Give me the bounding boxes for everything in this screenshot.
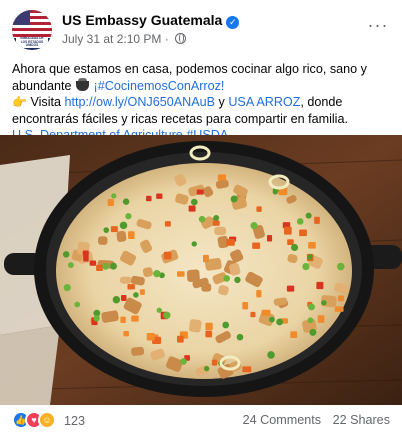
engagement-stats: 24 Comments 22 Shares [243,413,390,427]
hashtag-cocinemos-link[interactable]: ¡#CocinemosConArroz! [94,79,225,93]
post-footer: 👍 ♥ ☺ 123 24 Comments 22 Shares [12,410,390,432]
post-photo[interactable] [0,135,402,405]
us-flag-image [12,10,52,38]
and-text: y [218,95,225,110]
embassy-seal-logo: EMBAJADA DE LOS ESTADOS UNIDOS [16,37,48,48]
visit-label: Visita [30,95,62,110]
globe-icon[interactable] [175,33,187,44]
more-options-icon[interactable]: ··· [366,16,390,38]
recipe-url-link[interactable]: http://ow.ly/ONJ650ANAuB [65,95,216,109]
shares-count[interactable]: 22 Shares [333,413,390,427]
post-meta: July 31 at 2:10 PM · [62,32,187,46]
post-timestamp[interactable]: July 31 at 2:10 PM [62,32,161,46]
pointing-hand-icon: 👉 [12,95,27,110]
post-text: Ahora que estamos en casa, podemos cocin… [12,61,392,144]
page-name-link[interactable]: US Embassy Guatemala ✓ [62,12,240,29]
page-name[interactable]: US Embassy Guatemala [62,12,222,28]
comments-count[interactable]: 24 Comments [243,413,321,427]
facebook-post: EMBAJADA DE LOS ESTADOS UNIDOS US Embassy … [0,0,402,435]
haha-icon: ☺ [38,411,56,429]
post-header: EMBAJADA DE LOS ESTADOS UNIDOS US Embassy … [12,10,390,50]
cooking-pot-icon [76,77,90,91]
meta-separator: · [164,32,169,46]
verified-check-icon: ✓ [226,16,240,29]
page-avatar[interactable]: EMBAJADA DE LOS ESTADOS UNIDOS [12,10,52,50]
rice-skillet-image [0,135,402,405]
reaction-count[interactable]: 123 [64,414,85,428]
usa-arroz-mention[interactable]: USA ARROZ [228,95,300,109]
